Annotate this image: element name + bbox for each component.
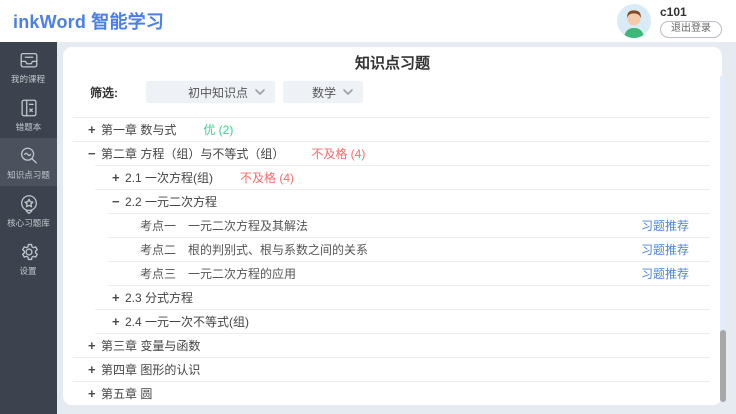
tree-row-testpoint-2[interactable]: 考点二 根的判别式、根与系数之间的关系 习题推荐 <box>63 237 722 261</box>
exercise-recommend-link[interactable]: 习题推荐 <box>641 217 689 234</box>
chapter-title: 第一章 数与式 <box>101 122 177 137</box>
dropdown-value: 初中知识点 <box>187 85 248 100</box>
settings-icon <box>18 241 40 263</box>
tree-row-section-2-4[interactable]: + 2.4 一元一次不等式(组) <box>63 309 722 333</box>
collapse-icon[interactable]: − <box>88 147 101 160</box>
sidebar-item-label: 知识点习题 <box>7 169 50 180</box>
sidebar-item-label: 设置 <box>19 265 38 276</box>
tree-row-chapter1[interactable]: + 第一章 数与式 优 (2) <box>63 117 722 141</box>
section-title: 2.1 一次方程(组) <box>125 170 214 185</box>
collapse-icon[interactable]: − <box>112 195 125 208</box>
section-title: 2.3 分式方程 <box>125 290 194 305</box>
filter-row: 筛选: 初中知识点 数学 <box>90 81 722 103</box>
knowledge-search-icon <box>18 145 40 167</box>
courses-icon <box>18 49 40 71</box>
sidebar-item-knowledge-exercises[interactable]: 知识点习题 <box>0 138 57 186</box>
sidebar-item-core-library[interactable]: 核心习题库 <box>0 186 57 234</box>
username: c101 <box>660 4 687 19</box>
chapter-title: 第五章 圆 <box>101 386 153 401</box>
tree-row-testpoint-1[interactable]: 考点一 一元二次方程及其解法 习题推荐 <box>63 213 722 237</box>
exercise-recommend-link[interactable]: 习题推荐 <box>641 241 689 258</box>
wrong-book-icon <box>18 97 40 119</box>
tree-row-chapter2[interactable]: − 第二章 方程（组）与不等式（组） 不及格 (4) <box>63 141 722 165</box>
status-badge: 不及格 (4) <box>311 146 366 161</box>
page-title: 知识点习题 <box>354 55 430 72</box>
chapter-title: 第三章 变量与函数 <box>101 338 201 353</box>
filter-label: 筛选: <box>90 85 118 100</box>
sidebar-item-label: 核心习题库 <box>7 217 50 228</box>
dropdown-value: 数学 <box>311 85 336 100</box>
grade-knowledge-dropdown[interactable]: 初中知识点 <box>146 81 275 103</box>
sidebar-item-wrong-book[interactable]: 错题本 <box>0 90 57 138</box>
sidebar-item-label: 错题本 <box>15 121 42 132</box>
testpoint-title: 考点二 根的判别式、根与系数之间的关系 <box>140 242 369 257</box>
core-library-icon <box>18 193 40 215</box>
main-content: 知识点习题 筛选: 初中知识点 数学 + 第一章 数与式 优 (2) − 第二章… <box>57 42 736 414</box>
expand-icon[interactable]: + <box>112 171 125 184</box>
tree-row-chapter5[interactable]: + 第五章 圆 <box>63 381 722 405</box>
scrollbar-thumb[interactable] <box>720 330 726 402</box>
sidebar-item-settings[interactable]: 设置 <box>0 234 57 282</box>
status-badge: 优 (2) <box>203 122 234 137</box>
expand-icon[interactable]: + <box>88 123 101 136</box>
chapter-tree: + 第一章 数与式 优 (2) − 第二章 方程（组）与不等式（组） 不及格 (… <box>63 117 722 405</box>
knowledge-exercises-panel: 知识点习题 筛选: 初中知识点 数学 + 第一章 数与式 优 (2) − 第二章… <box>63 47 722 405</box>
user-area: c101 退出登录 <box>617 4 722 38</box>
tree-row-section-2-2[interactable]: − 2.2 一元二次方程 <box>63 189 722 213</box>
testpoint-title: 考点三 一元二次方程的应用 <box>140 266 297 281</box>
chapter-title: 第二章 方程（组）与不等式（组） <box>101 146 285 161</box>
exercise-recommend-link[interactable]: 习题推荐 <box>641 265 689 282</box>
sidebar-item-label: 我的课程 <box>11 73 46 84</box>
expand-icon[interactable]: + <box>88 363 101 376</box>
avatar-person-icon <box>617 4 651 38</box>
status-badge: 不及格 (4) <box>240 170 295 185</box>
scrollbar[interactable] <box>720 75 726 405</box>
expand-icon[interactable]: + <box>112 315 125 328</box>
tree-row-chapter3[interactable]: + 第三章 变量与函数 <box>63 333 722 357</box>
chapter-title: 第四章 图形的认识 <box>101 362 201 377</box>
avatar <box>617 4 651 38</box>
tree-row-testpoint-3[interactable]: 考点三 一元二次方程的应用 习题推荐 <box>63 261 722 285</box>
top-header: inkWord 智能学习 c101 退出登录 <box>0 0 736 42</box>
expand-icon[interactable]: + <box>88 387 101 400</box>
expand-icon[interactable]: + <box>88 339 101 352</box>
section-title: 2.2 一元二次方程 <box>125 194 218 209</box>
testpoint-title: 考点一 一元二次方程及其解法 <box>140 218 309 233</box>
chevron-down-icon <box>343 89 353 95</box>
section-title: 2.4 一元一次不等式(组) <box>125 314 250 329</box>
app-logo: inkWord 智能学习 <box>13 12 165 32</box>
tree-row-chapter4[interactable]: + 第四章 图形的认识 <box>63 357 722 381</box>
tree-row-section-2-3[interactable]: + 2.3 分式方程 <box>63 285 722 309</box>
subject-dropdown[interactable]: 数学 <box>283 81 363 103</box>
logout-button[interactable]: 退出登录 <box>660 20 722 38</box>
tree-row-section-2-1[interactable]: + 2.1 一次方程(组) 不及格 (4) <box>63 165 722 189</box>
sidebar: 我的课程 错题本 知识点习题 核心习题库 设置 <box>0 42 57 414</box>
sidebar-item-my-courses[interactable]: 我的课程 <box>0 42 57 90</box>
chevron-down-icon <box>255 89 265 95</box>
expand-icon[interactable]: + <box>112 291 125 304</box>
